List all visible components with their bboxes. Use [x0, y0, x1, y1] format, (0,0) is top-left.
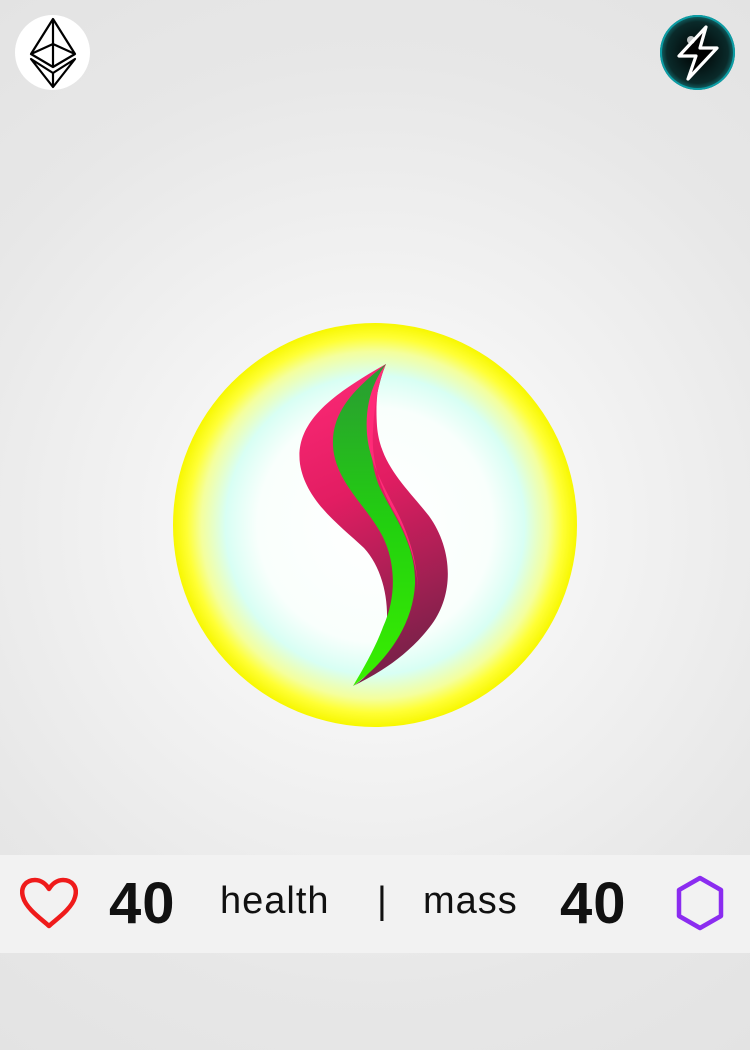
- crimson-green-s-wave-orb: [172, 322, 578, 728]
- stats-divider: |: [377, 880, 388, 922]
- stats-bar: 40 health | mass 40: [0, 855, 750, 953]
- card-screen: { "icons": { "top_left": "ethereum-logo-…: [0, 0, 750, 1050]
- lightning-bolt-icon[interactable]: [660, 15, 735, 90]
- ethereum-logo-icon[interactable]: [15, 15, 90, 90]
- mass-value: 40: [560, 871, 627, 936]
- hexagon-icon: [674, 875, 726, 931]
- health-value: 40: [109, 871, 176, 936]
- mass-label: mass: [423, 880, 518, 922]
- heart-icon: [20, 877, 78, 931]
- health-label: health: [220, 880, 330, 922]
